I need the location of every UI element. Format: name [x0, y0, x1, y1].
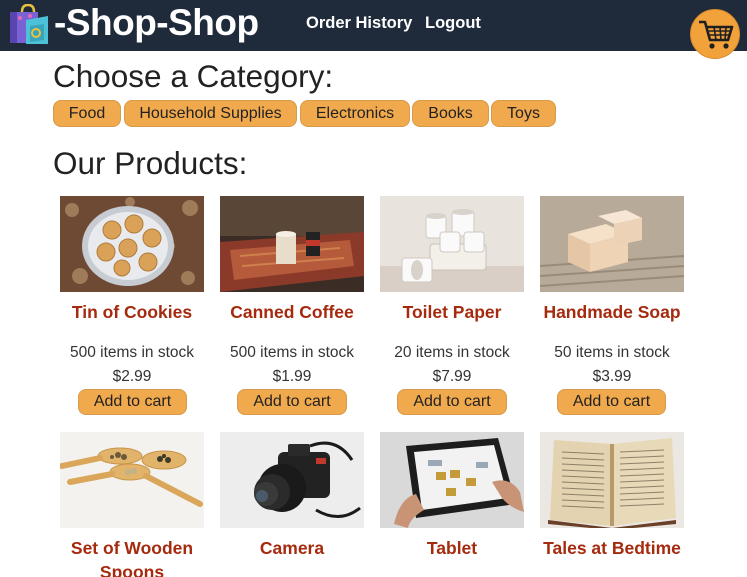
product-image-soap[interactable] — [540, 196, 684, 292]
product-card: Camera — [220, 432, 364, 577]
product-image-tablet[interactable] — [380, 432, 524, 528]
product-name[interactable]: Tales at Bedtime — [528, 536, 696, 560]
product-stock: 500 items in stock — [69, 344, 195, 361]
product-name[interactable]: Tablet — [368, 536, 536, 560]
product-image-cookies[interactable] — [60, 196, 204, 292]
product-name[interactable]: Canned Coffee — [208, 300, 376, 324]
products-heading: Our Products: — [53, 145, 248, 181]
category-household-supplies-button[interactable]: Household Supplies — [124, 100, 297, 127]
product-card: Tales at Bedtime — [540, 432, 684, 577]
add-to-cart-button[interactable]: Add to cart — [557, 389, 666, 415]
product-card: Canned Coffee 500 items in stock $1.99 A… — [220, 196, 364, 426]
category-heading: Choose a Category: — [53, 58, 334, 94]
shopping-bag-logo-icon — [8, 3, 50, 44]
product-image-spoons[interactable] — [60, 432, 204, 528]
nav-order-history-link[interactable]: Order History — [306, 13, 412, 33]
product-card: Tin of Cookies 500 items in stock $2.99 … — [60, 196, 204, 426]
product-name[interactable]: Toilet Paper — [368, 300, 536, 324]
product-price: $7.99 — [432, 368, 472, 385]
product-name[interactable]: Tin of Cookies — [48, 300, 216, 324]
shopping-cart-icon — [699, 20, 734, 49]
product-price: $2.99 — [112, 368, 152, 385]
product-name[interactable]: Handmade Soap — [528, 300, 696, 324]
category-books-button[interactable]: Books — [412, 100, 489, 127]
nav-logout-link[interactable]: Logout — [425, 13, 481, 33]
add-to-cart-button[interactable]: Add to cart — [78, 389, 187, 415]
add-to-cart-button[interactable]: Add to cart — [237, 389, 347, 415]
product-image-toilet-paper[interactable] — [380, 196, 524, 292]
product-stock: 20 items in stock — [394, 344, 510, 361]
product-card: Handmade Soap 50 items in stock $3.99 Ad… — [540, 196, 684, 426]
product-stock: 50 items in stock — [554, 344, 670, 361]
product-card: Tablet — [380, 432, 524, 577]
brand-title[interactable]: -Shop-Shop — [54, 2, 259, 44]
cart-button[interactable] — [690, 9, 740, 59]
product-image-book[interactable] — [540, 432, 684, 528]
category-electronics-button[interactable]: Electronics — [300, 100, 410, 127]
add-to-cart-button[interactable]: Add to cart — [397, 389, 507, 415]
product-card: Toilet Paper 20 items in stock $7.99 Add… — [380, 196, 524, 426]
category-food-button[interactable]: Food — [53, 100, 121, 127]
product-stock: 500 items in stock — [229, 344, 355, 361]
product-name[interactable]: Camera — [208, 536, 376, 560]
app-header: -Shop-Shop Order History Logout — [0, 0, 747, 51]
product-price: $1.99 — [272, 368, 312, 385]
product-image-coffee[interactable] — [220, 196, 364, 292]
category-toys-button[interactable]: Toys — [491, 100, 556, 127]
product-card: Set of Wooden Spoons — [60, 432, 204, 577]
product-image-camera[interactable] — [220, 432, 364, 528]
product-price: $3.99 — [592, 368, 632, 385]
product-name[interactable]: Set of Wooden Spoons — [48, 536, 216, 577]
